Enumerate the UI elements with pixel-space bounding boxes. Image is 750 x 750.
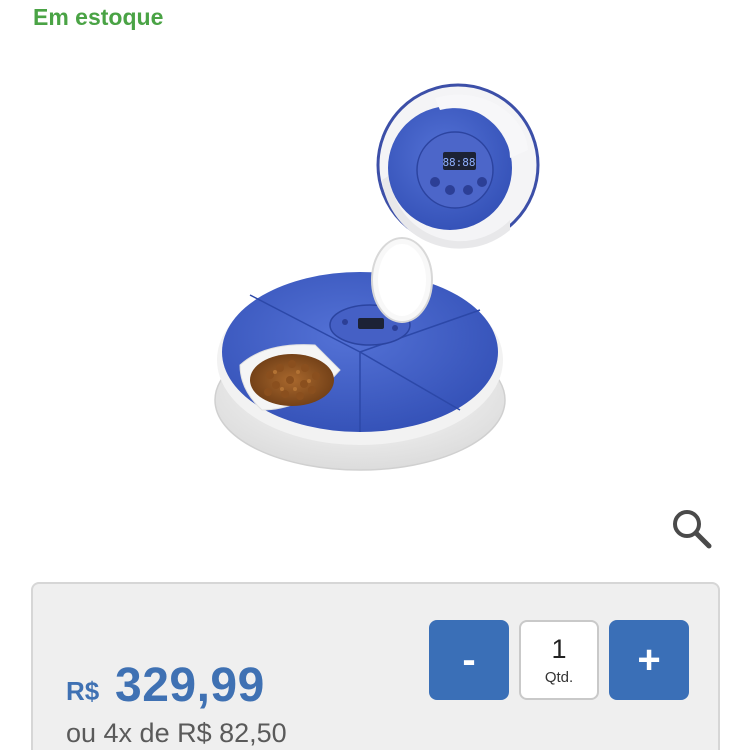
price-value: 329,99 xyxy=(115,659,265,712)
stock-status: Em estoque xyxy=(33,4,164,30)
quantity-label: Qtd. xyxy=(544,669,574,686)
installments-text: ou 4x de R$ 82,50 xyxy=(66,718,287,748)
svg-text:88:88: 88:88 xyxy=(442,156,475,169)
increment-quantity-button[interactable]: + xyxy=(609,620,689,700)
zoom-button[interactable] xyxy=(668,505,716,553)
price-panel: R$ 329,99 ou 4x de R$ 82,50 - 1 Qtd. + xyxy=(31,582,720,750)
magnifier-icon xyxy=(673,510,712,549)
quantity-value[interactable]: 1 xyxy=(521,634,597,665)
product-image[interactable]: 88:88 xyxy=(210,80,550,480)
quantity-field[interactable]: 1 Qtd. xyxy=(519,620,599,700)
price-currency: R$ xyxy=(66,676,100,706)
control-panel-inset: 88:88 xyxy=(376,83,540,249)
decrement-quantity-button[interactable]: - xyxy=(429,620,509,700)
